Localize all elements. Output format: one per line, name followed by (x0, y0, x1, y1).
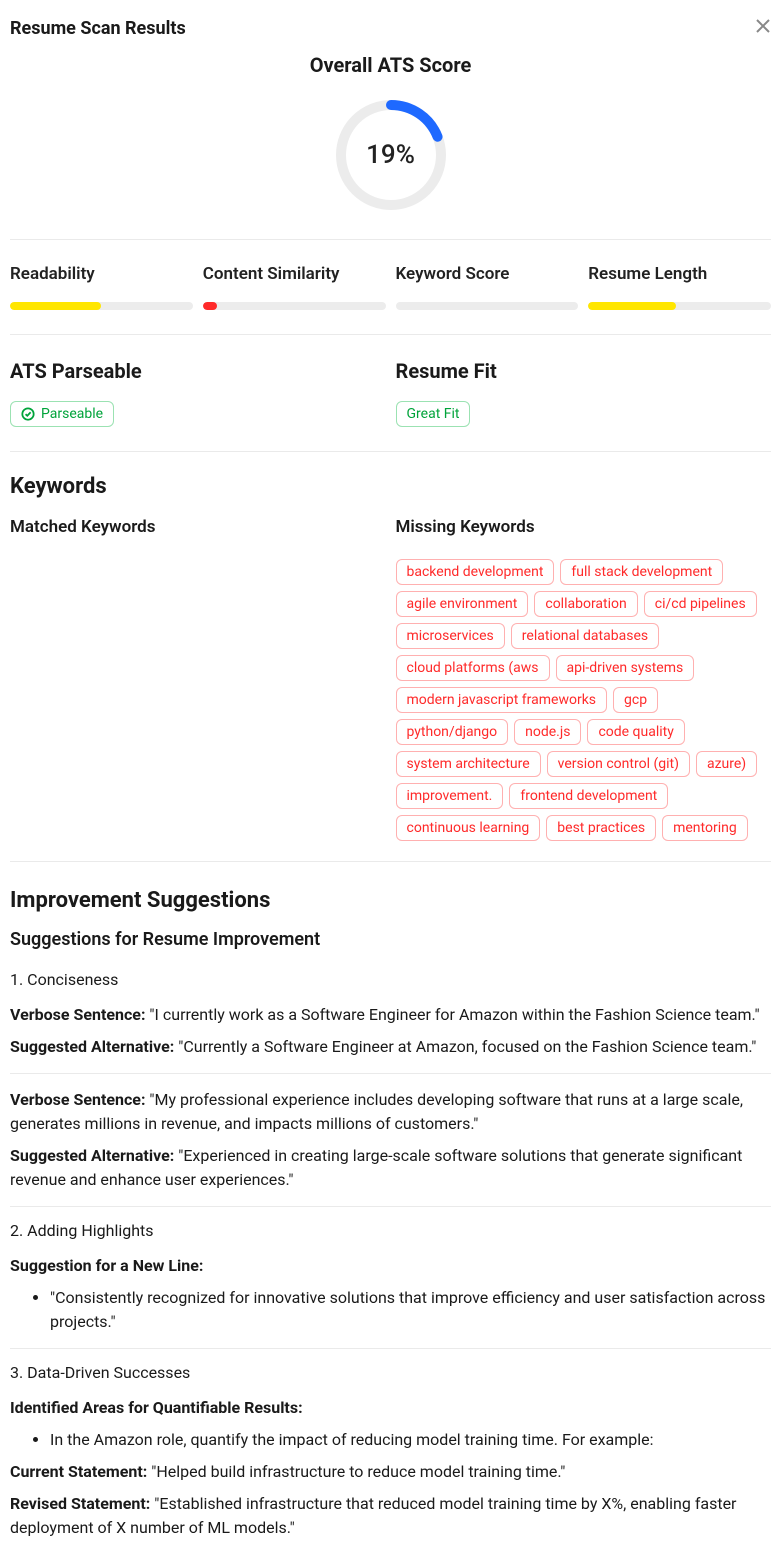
keyword-tag: improvement. (396, 783, 504, 809)
suggestion-line-text: "I currently work as a Software Engineer… (149, 1005, 759, 1024)
keyword-tag: best practices (546, 815, 656, 841)
metric-bar (203, 302, 386, 310)
metric-bar (396, 302, 579, 310)
fit-badge-text: Great Fit (407, 406, 460, 422)
metric-label: Keyword Score (396, 264, 579, 284)
suggestion-line: Identified Areas for Quantifiable Result… (10, 1396, 771, 1420)
page-title: Resume Scan Results (10, 18, 186, 39)
overall-score-label: Overall ATS Score (10, 53, 771, 77)
suggestion-group-heading: 1. Conciseness (10, 970, 771, 989)
metric-bar (588, 302, 771, 310)
suggestion-line: Suggestion for a New Line: (10, 1254, 771, 1278)
keyword-tag: gcp (613, 687, 658, 713)
resume-fit-label: Resume Fit (396, 359, 772, 383)
matched-keywords-label: Matched Keywords (10, 517, 386, 537)
suggestion-group: 1. Conciseness Verbose Sentence: "I curre… (10, 970, 771, 1207)
keyword-tag: api-driven systems (556, 655, 695, 681)
metric-content-similarity: Content Similarity (203, 264, 386, 310)
ats-parseable-label: ATS Parseable (10, 359, 386, 383)
keyword-tag: system architecture (396, 751, 541, 777)
suggestion-bullet-list: "Consistently recognized for innovative … (10, 1286, 771, 1334)
suggestion-line-text: "Currently a Software Engineer at Amazon… (178, 1037, 756, 1056)
keyword-tag: relational databases (511, 623, 659, 649)
keyword-tag: full stack development (560, 559, 723, 585)
suggestion-line-label: Suggested Alternative: (10, 1037, 178, 1056)
suggestion-line-label: Revised Statement: (10, 1494, 154, 1513)
suggestion-group: 2. Adding Highlights Suggestion for a New… (10, 1221, 771, 1349)
keyword-tag: backend development (396, 559, 555, 585)
keyword-tag: code quality (587, 719, 684, 745)
keyword-tag: collaboration (534, 591, 637, 617)
suggestion-line-label: Verbose Sentence: (10, 1005, 149, 1024)
keyword-tag: microservices (396, 623, 505, 649)
suggestion-line: Verbose Sentence: "My professional exper… (10, 1088, 771, 1136)
suggestion-bullet: In the Amazon role, quantify the impact … (50, 1428, 771, 1452)
suggestion-line: Verbose Sentence: "I currently work as a… (10, 1003, 771, 1027)
keyword-tag: mentoring (662, 815, 748, 841)
metric-bar (10, 302, 193, 310)
suggestion-line: Suggested Alternative: "Experienced in c… (10, 1144, 771, 1192)
keyword-tag: continuous learning (396, 815, 541, 841)
close-icon[interactable] (755, 18, 771, 34)
keyword-tag: modern javascript frameworks (396, 687, 608, 713)
overall-score-value: 19% (331, 95, 451, 215)
suggestion-line-label: Identified Areas for Quantifiable Result… (10, 1398, 303, 1417)
suggestion-line-label: Current Statement: (10, 1462, 151, 1481)
metrics-row: Readability Content Similarity Keyword Sco… (10, 239, 771, 335)
parseable-badge: Parseable (10, 401, 114, 427)
fit-badge: Great Fit (396, 401, 471, 427)
keyword-tag: ci/cd pipelines (644, 591, 757, 617)
suggestion-line-label: Verbose Sentence: (10, 1090, 149, 1109)
suggestion-line-label: Suggestion for a New Line: (10, 1256, 203, 1275)
keyword-tag: python/django (396, 719, 509, 745)
suggestion-line-text: "Helped build infrastructure to reduce m… (151, 1462, 565, 1481)
divider (10, 1206, 771, 1207)
keyword-tag: version control (git) (547, 751, 690, 777)
suggestion-group-heading: 2. Adding Highlights (10, 1221, 771, 1240)
suggestion-line: Revised Statement: "Established infrastr… (10, 1492, 771, 1540)
keyword-tag: frontend development (509, 783, 668, 809)
overall-score-donut: 19% (331, 95, 451, 215)
check-circle-icon (21, 407, 35, 421)
suggestion-group: 3. Data-Driven Successes Identified Areas… (10, 1363, 771, 1540)
suggestion-bullet: "Consistently recognized for innovative … (50, 1286, 771, 1334)
suggestion-line: Current Statement: "Helped build infrast… (10, 1460, 771, 1484)
suggestion-group-heading: 3. Data-Driven Successes (10, 1363, 771, 1382)
divider (10, 1073, 771, 1074)
divider (10, 1348, 771, 1349)
suggestion-line: Suggested Alternative: "Currently a Soft… (10, 1035, 771, 1059)
suggestion-line-label: Suggested Alternative: (10, 1146, 178, 1165)
metric-label: Resume Length (588, 264, 771, 284)
missing-keywords-label: Missing Keywords (396, 517, 772, 537)
keyword-tag: azure) (696, 751, 757, 777)
keywords-section-title: Keywords (10, 474, 771, 499)
parseable-badge-text: Parseable (41, 406, 103, 422)
metric-resume-length: Resume Length (588, 264, 771, 310)
metric-label: Readability (10, 264, 193, 284)
metric-keyword-score: Keyword Score (396, 264, 579, 310)
keyword-tag: agile environment (396, 591, 529, 617)
metric-label: Content Similarity (203, 264, 386, 284)
missing-keywords-list: backend developmentfull stack developmen… (396, 559, 772, 841)
suggestions-subtitle: Suggestions for Resume Improvement (10, 929, 771, 950)
suggestions-title: Improvement Suggestions (10, 888, 771, 913)
metric-readability: Readability (10, 264, 193, 310)
keyword-tag: node.js (514, 719, 581, 745)
keyword-tag: cloud platforms (aws (396, 655, 550, 681)
suggestion-bullet-list: In the Amazon role, quantify the impact … (10, 1428, 771, 1452)
